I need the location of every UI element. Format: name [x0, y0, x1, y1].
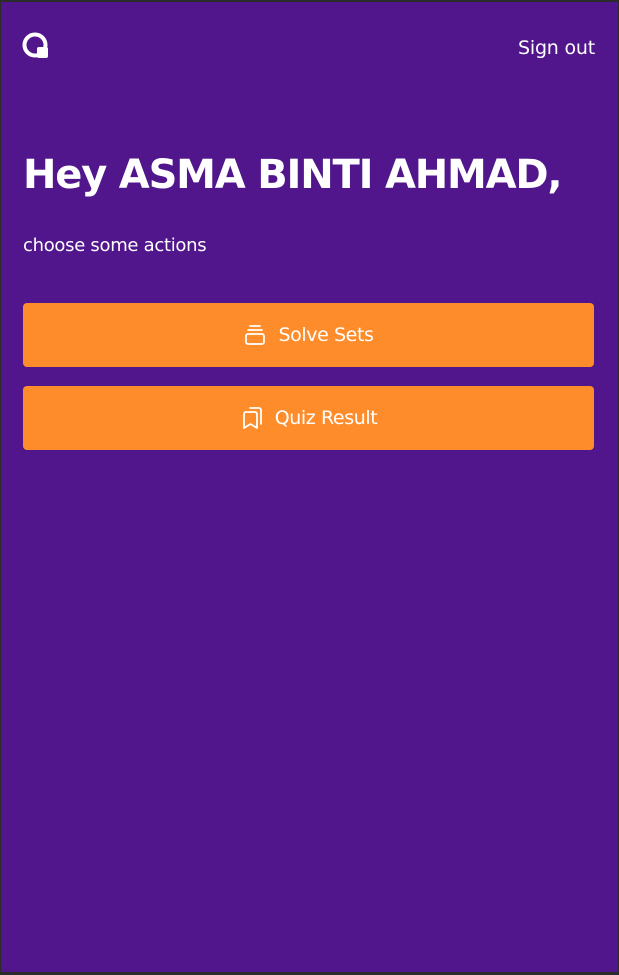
quiz-result-label: Quiz Result [274, 407, 378, 429]
solve-sets-label: Solve Sets [278, 324, 374, 346]
app-screen: Sign out Hey ASMA BINTI AHMAD, choose so… [1, 2, 618, 972]
q-logo-icon[interactable] [22, 32, 50, 60]
greeting-heading: Hey ASMA BINTI AHMAD, [23, 152, 563, 198]
subtitle-text: choose some actions [23, 235, 207, 256]
sign-out-link[interactable]: Sign out [518, 36, 595, 60]
stack-icon [245, 325, 266, 345]
top-bar: Sign out [1, 2, 618, 92]
quiz-result-button[interactable]: Quiz Result [23, 386, 594, 450]
bookmarks-icon [242, 407, 262, 429]
solve-sets-button[interactable]: Solve Sets [23, 303, 594, 367]
